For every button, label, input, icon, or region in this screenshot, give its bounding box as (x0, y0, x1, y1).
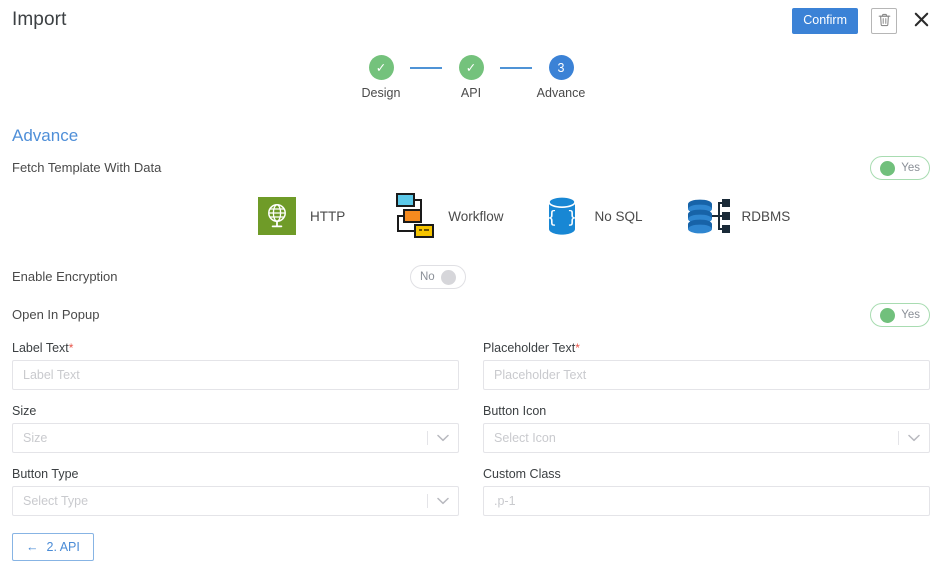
enable-encryption-toggle-value: No (420, 271, 435, 283)
template-option-rdbms-label: RDBMS (741, 208, 791, 224)
toggle-knob-icon (440, 269, 456, 285)
enable-encryption-toggle[interactable]: No (410, 265, 466, 289)
form-row-3: Button Type Select Type Custom Class (12, 467, 930, 516)
template-option-rdbms[interactable]: RDBMS (685, 192, 791, 240)
required-marker: * (68, 341, 74, 355)
row-enable-encryption: Enable Encryption No (12, 265, 930, 291)
row-fetch-template-with-data: Fetch Template With Data Yes (12, 156, 930, 182)
button-icon-select[interactable]: Select Icon (483, 423, 930, 453)
field-button-icon: Button Icon Select Icon (483, 404, 930, 453)
header-actions: Confirm (792, 8, 932, 34)
back-to-api-button[interactable]: ← 2. API (12, 533, 94, 561)
fetch-template-label: Fetch Template With Data (12, 160, 162, 175)
step-design-label: Design (361, 86, 401, 100)
svg-text:{ }: { } (546, 208, 577, 228)
workflow-icon (391, 192, 439, 240)
template-option-workflow-label: Workflow (448, 208, 504, 224)
button-type-label: Button Type (12, 467, 79, 481)
confirm-button[interactable]: Confirm (792, 8, 858, 34)
step-advance-circle[interactable]: 3 (548, 55, 574, 80)
label-text-label: Label Text* (12, 341, 459, 355)
step-advance[interactable]: 3 Advance (532, 55, 590, 100)
back-to-api-label: 2. API (46, 540, 80, 554)
custom-class-control[interactable] (483, 486, 930, 516)
size-select[interactable]: Size (12, 423, 459, 453)
button-type-select[interactable]: Select Type (12, 486, 459, 516)
step-advance-label: Advance (536, 86, 586, 100)
trash-icon (878, 13, 891, 30)
close-button[interactable] (910, 9, 932, 33)
section-title-advance: Advance (12, 126, 79, 145)
wizard-stepper: ✓ Design ✓ API 3 Advance (0, 55, 942, 100)
nosql-database-icon: { } (538, 192, 586, 240)
field-label-text: Label Text* (12, 341, 459, 390)
advance-form: Label Text* Placeholder Text* Size (12, 341, 930, 530)
close-icon (914, 12, 929, 30)
toggle-knob-icon (880, 160, 896, 176)
delete-button[interactable] (871, 8, 897, 34)
step-api-circle[interactable]: ✓ (458, 55, 484, 80)
step-api-label: API (460, 86, 482, 100)
button-icon-select-value: Select Icon (494, 431, 556, 445)
enable-encryption-label: Enable Encryption (12, 269, 118, 284)
fetch-template-toggle[interactable]: Yes (870, 156, 930, 180)
http-globe-icon (253, 192, 301, 240)
open-in-popup-toggle[interactable]: Yes (870, 303, 930, 327)
placeholder-text-label-text: Placeholder Text (483, 341, 576, 355)
toggle-knob-icon (880, 307, 896, 323)
template-option-http[interactable]: HTTP (253, 192, 345, 240)
placeholder-text-input[interactable] (484, 361, 929, 389)
arrow-left-icon: ← (26, 540, 39, 554)
label-text-label-text: Label Text (12, 341, 69, 355)
required-marker: * (575, 341, 580, 355)
open-in-popup-label: Open In Popup (12, 307, 100, 322)
chevron-down-icon[interactable] (428, 487, 458, 515)
template-option-nosql[interactable]: { } No SQL (538, 192, 643, 240)
custom-class-input[interactable] (484, 487, 929, 515)
button-type-select-value: Select Type (23, 494, 89, 508)
step-design-circle[interactable]: ✓ (368, 55, 394, 80)
dialog-header: Import Confirm (0, 0, 942, 44)
form-row-2: Size Size Button Icon Select Icon (12, 404, 930, 453)
button-icon-label: Button Icon (483, 404, 547, 418)
fetch-template-toggle-value: Yes (901, 162, 920, 174)
check-icon: ✓ (465, 61, 477, 75)
step-design[interactable]: ✓ Design (352, 55, 410, 100)
template-type-options: HTTP Workflow { } No SQL RDBMS (253, 192, 790, 240)
stepper-steps: ✓ Design ✓ API 3 Advance (352, 55, 590, 100)
chevron-down-icon[interactable] (428, 424, 458, 452)
form-row-1: Label Text* Placeholder Text* (12, 341, 930, 390)
chevron-down-icon[interactable] (899, 424, 929, 452)
check-icon: ✓ (375, 61, 387, 75)
placeholder-text-label: Placeholder Text* (483, 341, 930, 355)
placeholder-text-control[interactable] (483, 360, 930, 390)
field-placeholder-text: Placeholder Text* (483, 341, 930, 390)
template-option-workflow[interactable]: Workflow (391, 192, 504, 240)
step-api[interactable]: ✓ API (442, 55, 500, 100)
row-open-in-popup: Open In Popup Yes (12, 303, 930, 329)
page-title: Import (12, 9, 67, 30)
import-advance-dialog: Import Confirm ✓ Design ✓ API 3 Advance … (0, 0, 942, 571)
field-size: Size Size (12, 404, 459, 453)
size-label: Size (12, 404, 37, 418)
field-button-type: Button Type Select Type (12, 467, 459, 516)
rdbms-database-icon (685, 192, 733, 240)
template-option-http-label: HTTP (310, 208, 346, 224)
open-in-popup-toggle-value: Yes (901, 309, 920, 321)
stepper-connector-1 (410, 66, 442, 69)
label-text-input[interactable] (13, 361, 458, 389)
size-select-value: Size (23, 431, 48, 445)
label-text-control[interactable] (12, 360, 459, 390)
template-option-nosql-label: No SQL (594, 208, 643, 224)
field-custom-class: Custom Class (483, 467, 930, 516)
custom-class-label: Custom Class (483, 467, 561, 481)
stepper-connector-2 (500, 66, 532, 69)
